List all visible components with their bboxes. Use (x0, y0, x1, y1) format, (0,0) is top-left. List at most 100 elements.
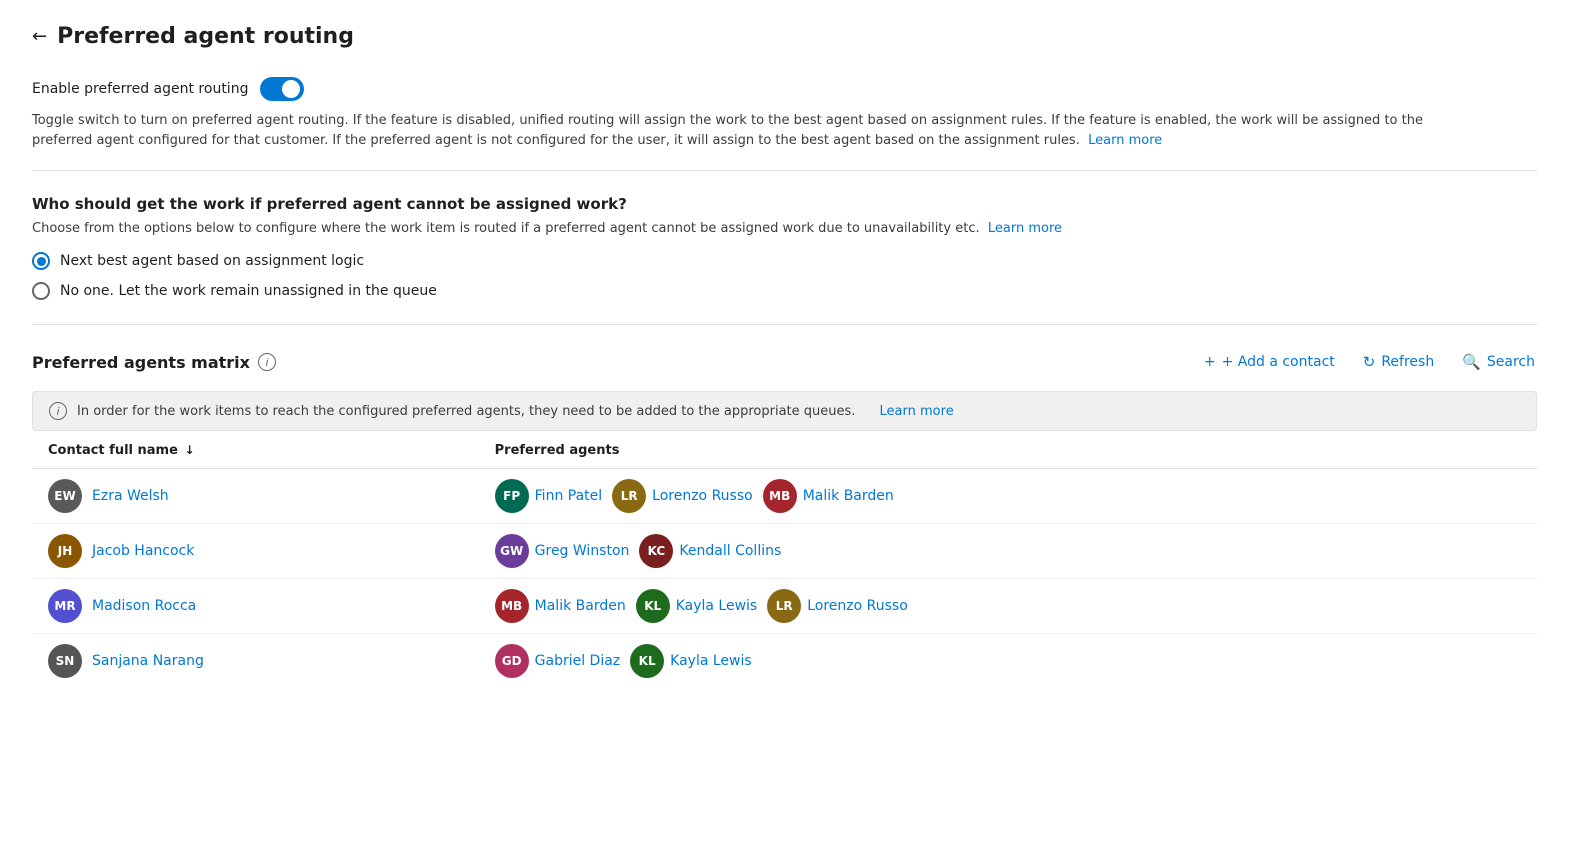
routing-desc: Choose from the options below to configu… (32, 221, 1537, 236)
contact-info: EW Ezra Welsh (48, 479, 463, 513)
contact-name-link[interactable]: Jacob Hancock (92, 543, 194, 559)
col-agents: Preferred agents (479, 431, 1537, 469)
contact-info: SN Sanjana Narang (48, 644, 463, 678)
radio-next-best[interactable]: Next best agent based on assignment logi… (32, 252, 1537, 270)
agent-avatar: GD (495, 644, 529, 678)
matrix-title-row: Preferred agents matrix i (32, 353, 276, 372)
agent-chip: MB Malik Barden (763, 479, 894, 513)
agent-avatar: MB (495, 589, 529, 623)
agent-avatar: GW (495, 534, 529, 568)
agents-cell: GD Gabriel Diaz KL Kayla Lewis (479, 634, 1537, 689)
col-contact-label: Contact full name (48, 443, 178, 458)
agent-chip: GD Gabriel Diaz (495, 644, 621, 678)
matrix-actions: + + Add a contact ↻ Refresh 🔍 Search (1202, 349, 1537, 375)
routing-radio-group: Next best agent based on assignment logi… (32, 252, 1537, 300)
agent-name-link[interactable]: Finn Patel (535, 488, 603, 504)
agent-avatar: KC (639, 534, 673, 568)
matrix-header: Preferred agents matrix i + + Add a cont… (32, 349, 1537, 375)
contact-avatar: JH (48, 534, 82, 568)
radio-label-next-best: Next best agent based on assignment logi… (60, 253, 364, 269)
routing-section: Who should get the work if preferred age… (32, 171, 1537, 325)
radio-no-one[interactable]: No one. Let the work remain unassigned i… (32, 282, 1537, 300)
refresh-label: Refresh (1381, 354, 1434, 370)
table-row: SN Sanjana Narang GD Gabriel Diaz KL Kay… (32, 634, 1537, 689)
contact-info: MR Madison Rocca (48, 589, 463, 623)
contact-name-link[interactable]: Ezra Welsh (92, 488, 169, 504)
enable-toggle[interactable] (260, 77, 304, 101)
refresh-button[interactable]: ↻ Refresh (1361, 349, 1436, 375)
add-contact-button[interactable]: + + Add a contact (1202, 350, 1337, 374)
enable-section: Enable preferred agent routing Toggle sw… (32, 77, 1537, 171)
agent-avatar: LR (767, 589, 801, 623)
notice-text: In order for the work items to reach the… (77, 404, 855, 419)
table-row: EW Ezra Welsh FP Finn Patel LR Lorenzo R… (32, 469, 1537, 524)
col-agents-label: Preferred agents (495, 443, 620, 458)
routing-title: Who should get the work if preferred age… (32, 195, 1537, 213)
agent-chip: KL Kayla Lewis (636, 589, 758, 623)
enable-description: Toggle switch to turn on preferred agent… (32, 111, 1432, 150)
agent-name-link[interactable]: Kayla Lewis (670, 653, 752, 669)
agent-chip: FP Finn Patel (495, 479, 603, 513)
agents-list: GW Greg Winston KC Kendall Collins (495, 534, 1521, 568)
contact-cell: EW Ezra Welsh (32, 469, 479, 524)
agent-avatar: LR (612, 479, 646, 513)
contact-cell: MR Madison Rocca (32, 579, 479, 634)
col-contact: Contact full name ↓ (32, 431, 479, 469)
matrix-info-icon: i (258, 353, 276, 371)
agent-name-link[interactable]: Greg Winston (535, 543, 630, 559)
table-row: MR Madison Rocca MB Malik Barden KL Kayl… (32, 579, 1537, 634)
notice-info-icon: i (49, 402, 67, 420)
agent-name-link[interactable]: Malik Barden (803, 488, 894, 504)
routing-learn-more[interactable]: Learn more (988, 221, 1062, 236)
agents-list: MB Malik Barden KL Kayla Lewis LR Lorenz… (495, 589, 1521, 623)
agent-avatar: KL (636, 589, 670, 623)
agent-chip: LR Lorenzo Russo (767, 589, 908, 623)
contact-avatar: MR (48, 589, 82, 623)
matrix-section: Preferred agents matrix i + + Add a cont… (32, 325, 1537, 688)
agents-cell: GW Greg Winston KC Kendall Collins (479, 524, 1537, 579)
agent-chip: GW Greg Winston (495, 534, 630, 568)
contact-name-link[interactable]: Madison Rocca (92, 598, 196, 614)
agent-name-link[interactable]: Malik Barden (535, 598, 626, 614)
agents-list: FP Finn Patel LR Lorenzo Russo MB Malik … (495, 479, 1521, 513)
contact-name-link[interactable]: Sanjana Narang (92, 653, 204, 669)
routing-desc-text: Choose from the options below to configu… (32, 221, 980, 236)
search-label: Search (1487, 354, 1535, 370)
agent-name-link[interactable]: Lorenzo Russo (652, 488, 753, 504)
agent-name-link[interactable]: Kendall Collins (679, 543, 781, 559)
page-header: ← Preferred agent routing (32, 24, 1537, 49)
agent-avatar: MB (763, 479, 797, 513)
radio-label-no-one: No one. Let the work remain unassigned i… (60, 283, 437, 299)
table-row: JH Jacob Hancock GW Greg Winston KC Kend… (32, 524, 1537, 579)
page-container: ← Preferred agent routing Enable preferr… (0, 0, 1569, 847)
enable-learn-more[interactable]: Learn more (1088, 133, 1162, 148)
notice-learn-more[interactable]: Learn more (880, 404, 954, 419)
page-title: Preferred agent routing (57, 24, 354, 49)
contact-cell: SN Sanjana Narang (32, 634, 479, 689)
matrix-title: Preferred agents matrix (32, 353, 250, 372)
search-icon: 🔍 (1462, 353, 1481, 371)
contact-avatar: SN (48, 644, 82, 678)
agent-avatar: KL (630, 644, 664, 678)
agent-chip: KC Kendall Collins (639, 534, 781, 568)
agent-name-link[interactable]: Kayla Lewis (676, 598, 758, 614)
notice-bar: i In order for the work items to reach t… (32, 391, 1537, 431)
agent-avatar: FP (495, 479, 529, 513)
enable-row: Enable preferred agent routing (32, 77, 1537, 101)
enable-desc-text: Toggle switch to turn on preferred agent… (32, 113, 1423, 148)
enable-label: Enable preferred agent routing (32, 81, 248, 97)
table-header-row: Contact full name ↓ Preferred agents (32, 431, 1537, 469)
agents-cell: MB Malik Barden KL Kayla Lewis LR Lorenz… (479, 579, 1537, 634)
radio-circle-next-best (32, 252, 50, 270)
agents-list: GD Gabriel Diaz KL Kayla Lewis (495, 644, 1521, 678)
contact-avatar: EW (48, 479, 82, 513)
back-button[interactable]: ← (32, 26, 47, 47)
sort-arrow-icon: ↓ (184, 443, 194, 457)
search-button[interactable]: 🔍 Search (1460, 349, 1537, 375)
agent-chip: LR Lorenzo Russo (612, 479, 753, 513)
agent-chip: KL Kayla Lewis (630, 644, 752, 678)
agent-name-link[interactable]: Lorenzo Russo (807, 598, 908, 614)
refresh-icon: ↻ (1363, 353, 1376, 371)
radio-circle-no-one (32, 282, 50, 300)
agent-name-link[interactable]: Gabriel Diaz (535, 653, 621, 669)
